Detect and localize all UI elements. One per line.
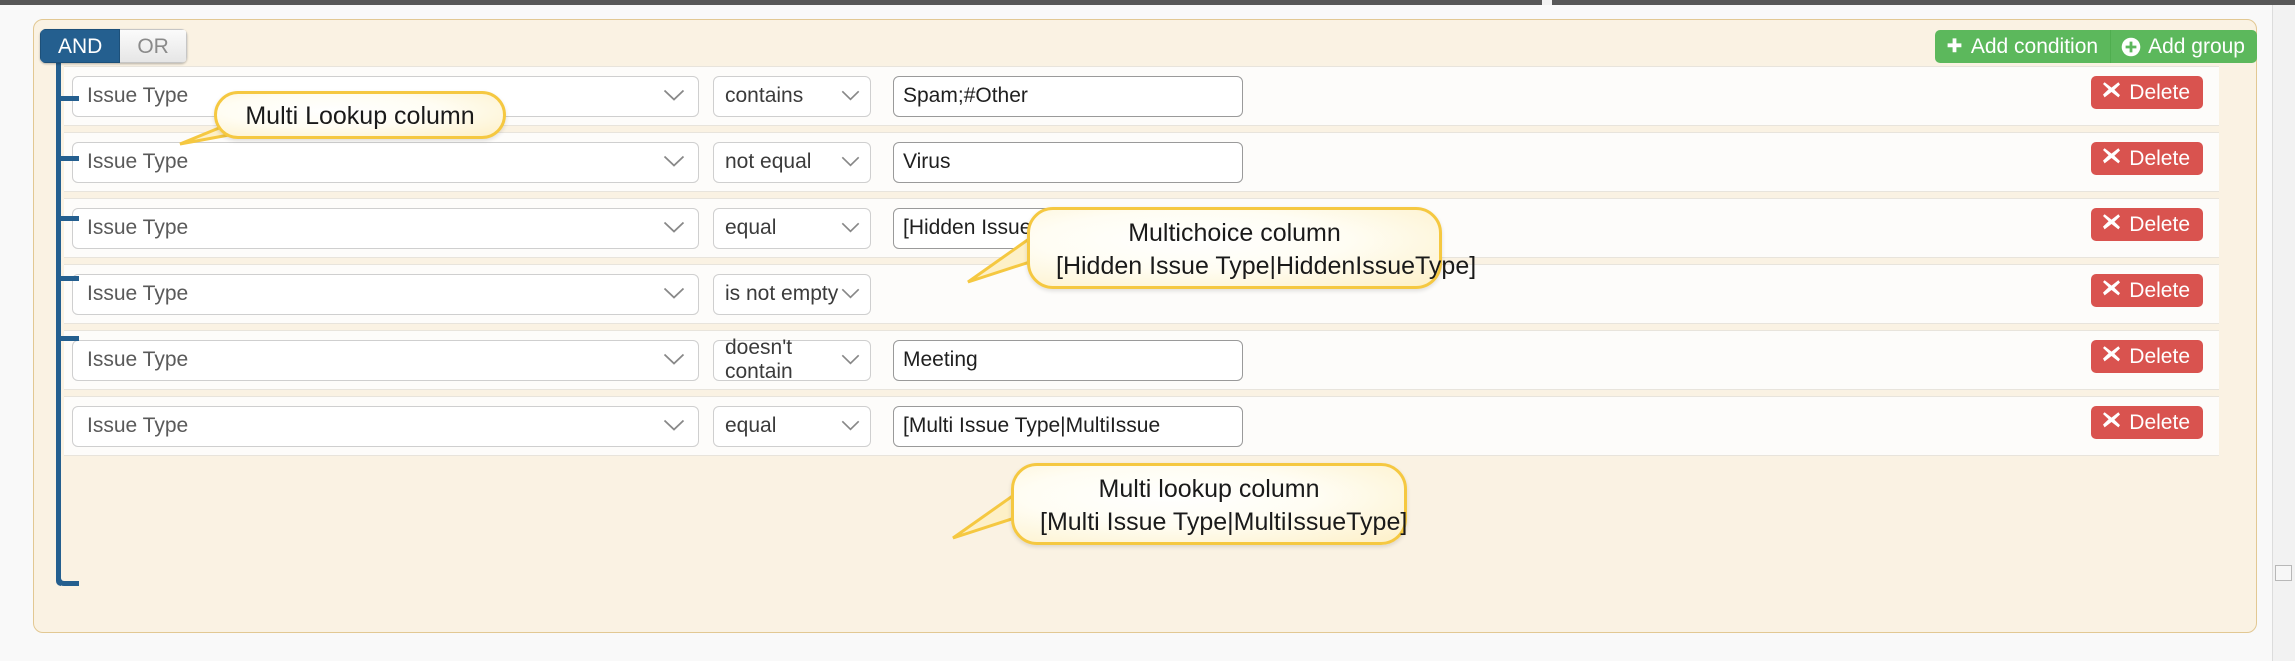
screenshot-root: AND OR Add condition Add group Issue Typ… [0, 0, 2295, 661]
chevron-down-icon [841, 150, 860, 174]
delete-label: Delete [2129, 213, 2190, 236]
callout-multi-lookup-column: Multi Lookup column [214, 91, 506, 139]
logic-or-button[interactable]: OR [120, 29, 187, 63]
chevron-down-icon [841, 414, 860, 438]
close-x-icon [2102, 76, 2121, 109]
callout-line-2: [Hidden Issue Type|HiddenIssueType] [1056, 252, 1477, 280]
condition-row: Issue Type doesn't contain Meeting Delet… [64, 330, 2219, 390]
logic-and-button[interactable]: AND [40, 29, 121, 63]
field-select-value: Issue Type [87, 150, 189, 173]
field-select[interactable]: Issue Type [72, 405, 699, 447]
tree-branch-2 [56, 156, 79, 161]
add-group-label: Add group [2148, 35, 2245, 58]
value-input[interactable]: Meeting [893, 339, 1243, 381]
field-select[interactable]: Issue Type [72, 273, 699, 315]
operator-select[interactable]: not equal [713, 141, 871, 183]
condition-row: Issue Type not equal Virus Delete [64, 132, 2219, 192]
operator-select[interactable]: is not empty [713, 273, 871, 315]
delete-button[interactable]: Delete [2091, 142, 2203, 175]
field-select[interactable]: Issue Type [72, 207, 699, 249]
page-top-margin [0, 5, 2295, 19]
chevron-down-icon [663, 282, 685, 306]
operator-select[interactable]: contains [713, 75, 871, 117]
value-input[interactable]: Virus [893, 141, 1243, 183]
condition-row: Issue Type equal [Multi Issue Type|Multi… [64, 396, 2219, 456]
chevron-down-icon [841, 216, 860, 240]
callout-line-1: Multi Lookup column [245, 102, 475, 130]
field-select[interactable]: Issue Type [72, 339, 699, 381]
field-select-value: Issue Type [87, 414, 189, 437]
callout-multi-lookup-column-2: Multi lookup column [Multi Issue Type|Mu… [1011, 463, 1407, 545]
chevron-down-icon [663, 348, 685, 372]
operator-select-value: contains [725, 84, 804, 107]
callout-line-1: Multi lookup column [1098, 475, 1320, 503]
chevron-down-icon [841, 282, 860, 306]
callout-line-2: [Multi Issue Type|MultiIssueType] [1040, 508, 1408, 536]
delete-label: Delete [2129, 147, 2190, 170]
operator-select[interactable]: equal [713, 207, 871, 249]
scrollbar-thumb[interactable] [2275, 565, 2292, 581]
field-select-value: Issue Type [87, 348, 189, 371]
chevron-down-icon [663, 150, 685, 174]
add-condition-button[interactable]: Add condition [1934, 30, 2111, 63]
delete-button[interactable]: Delete [2091, 208, 2203, 241]
value-input[interactable]: Spam;#Other [893, 75, 1243, 117]
delete-label: Delete [2129, 411, 2190, 434]
callout-multichoice-column: Multichoice column [Hidden Issue Type|Hi… [1027, 207, 1477, 289]
delete-label: Delete [2129, 345, 2190, 368]
page-scrollbar[interactable] [2272, 5, 2295, 661]
operator-select-value: is not empty [725, 282, 839, 305]
field-select-value: Issue Type [87, 282, 189, 305]
operator-select-value: doesn't contain [725, 336, 793, 383]
delete-button[interactable]: Delete [2091, 274, 2203, 307]
delete-button[interactable]: Delete [2091, 76, 2203, 109]
add-buttons-group: Add condition Add group [1934, 30, 2257, 63]
group-tree-stem [56, 62, 61, 586]
close-x-icon [2102, 406, 2121, 439]
add-group-button[interactable]: Add group [2110, 30, 2257, 63]
add-condition-label: Add condition [1970, 35, 2099, 58]
chevron-down-icon [663, 216, 685, 240]
operator-select-value: equal [725, 216, 777, 239]
logic-operator-toggle[interactable]: AND OR [40, 29, 187, 63]
close-x-icon [2102, 208, 2121, 241]
tree-branch-4 [56, 276, 79, 281]
chevron-down-icon [841, 348, 860, 372]
field-select-value: Issue Type [87, 216, 189, 239]
operator-select[interactable]: equal [713, 405, 871, 447]
operator-select-value: equal [725, 414, 777, 437]
delete-label: Delete [2129, 81, 2190, 104]
tree-branch-5 [56, 336, 79, 341]
delete-label: Delete [2129, 279, 2190, 302]
delete-button[interactable]: Delete [2091, 340, 2203, 373]
delete-button[interactable]: Delete [2091, 406, 2203, 439]
tree-branch-3 [56, 216, 79, 221]
tree-branch-6 [56, 578, 79, 586]
callout-line-1: Multichoice column [1128, 219, 1341, 247]
operator-select[interactable]: doesn't contain [713, 336, 871, 383]
plus-icon [1945, 37, 1964, 56]
chevron-down-icon [663, 414, 685, 438]
close-x-icon [2102, 274, 2121, 307]
operator-select-value: not equal [725, 150, 812, 173]
close-x-icon [2102, 340, 2121, 373]
field-select[interactable]: Issue Type [72, 141, 699, 183]
chevron-down-icon [663, 84, 685, 108]
chevron-down-icon [841, 84, 860, 108]
close-x-icon [2102, 142, 2121, 175]
value-input[interactable]: [Multi Issue Type|MultiIssue [893, 405, 1243, 447]
plus-circle-icon [2121, 37, 2141, 57]
tree-branch-1 [56, 96, 79, 101]
